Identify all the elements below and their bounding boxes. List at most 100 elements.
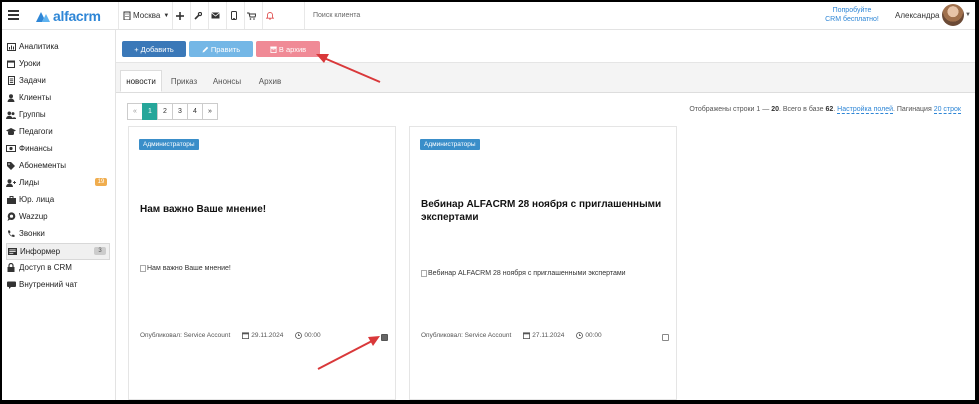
sidebar-item-finance[interactable]: Финансы	[6, 141, 110, 156]
news-image-alt: Нам важно Ваше мнение!	[147, 265, 231, 272]
user-icon	[6, 93, 16, 103]
sidebar-item-label: Финансы	[19, 144, 53, 153]
pagination-page[interactable]: 2	[157, 103, 173, 120]
sidebar-item-groups[interactable]: Группы	[6, 107, 110, 122]
news-date: 29.11.2024	[242, 332, 283, 339]
news-image: Нам важно Ваше мнение!	[140, 265, 231, 272]
news-card[interactable]: Администраторы Нам важно Ваше мнение! На…	[128, 126, 396, 400]
calendar-icon	[523, 332, 531, 339]
settings-button[interactable]	[190, 2, 204, 29]
news-list: « 1 2 3 4 » Отображены строки 1 — 20. Вс…	[116, 93, 975, 400]
news-image-alt: Вебинар ALFACRM 28 ноября с приглашенным…	[428, 270, 626, 277]
chat-icon	[6, 280, 16, 290]
informer-count-badge: 3	[94, 247, 106, 255]
mail-button[interactable]	[208, 2, 222, 29]
news-date: 27.11.2024	[523, 332, 564, 339]
top-bar: alfacrm Москва ▼ Поиск клиента Попробуйт…	[2, 2, 975, 30]
avatar[interactable]	[942, 4, 964, 26]
sidebar-item-label: Внутренний чат	[19, 280, 78, 289]
news-date-value: 29.11.2024	[251, 332, 284, 339]
add-button[interactable]	[172, 2, 186, 29]
sidebar-item-label: Звонки	[19, 229, 45, 238]
sidebar-item-informer[interactable]: Информер 3	[6, 243, 110, 260]
pagination-page[interactable]: 3	[172, 103, 188, 120]
free-trial-link[interactable]: Попробуйте CRM бесплатно!	[817, 6, 887, 24]
news-card[interactable]: Администраторы Вебинар ALFACRM 28 ноября…	[409, 126, 677, 400]
page-size-link[interactable]: 20 строк	[933, 106, 961, 114]
pencil-icon	[202, 46, 209, 52]
promo-line-2: CRM бесплатно!	[825, 16, 879, 23]
phone-icon	[6, 229, 16, 239]
add-news-button[interactable]: + Добавить	[122, 41, 186, 57]
city-selector[interactable]: Москва ▼	[118, 2, 173, 29]
news-image: Вебинар ALFACRM 28 ноября с приглашенным…	[421, 270, 626, 277]
pagination-next[interactable]: »	[202, 103, 218, 120]
tab-announcements[interactable]: Анонсы	[206, 70, 248, 92]
sidebar: Аналитика Уроки Задачи Клиенты Группы Пе…	[2, 30, 116, 400]
logo-text: alfacrm	[53, 8, 101, 24]
sidebar-item-label: Абонементы	[19, 161, 67, 170]
news-tabs: новости Приказ Анонсы Архив	[116, 70, 975, 93]
search-placeholder: Поиск клиента	[313, 12, 361, 19]
row-info-mid: . Всего в базе	[778, 106, 826, 113]
sidebar-item-label: Информер	[20, 247, 61, 256]
info-card-icon	[7, 247, 17, 257]
client-search-input[interactable]: Поиск клиента	[304, 2, 413, 29]
news-author: Опубликовал: Service Account	[421, 332, 512, 339]
sidebar-item-label: Задачи	[19, 76, 46, 85]
user-plus-icon	[6, 178, 16, 188]
notifications-button[interactable]	[262, 2, 276, 29]
news-title: Нам важно Ваше мнение!	[140, 204, 267, 215]
whatsapp-icon	[6, 212, 16, 222]
sidebar-item-legal-entities[interactable]: Юр. лица	[6, 192, 110, 207]
sidebar-item-teachers[interactable]: Педагоги	[6, 124, 110, 139]
sidebar-item-internal-chat[interactable]: Внутренний чат	[6, 277, 110, 292]
sidebar-item-tasks[interactable]: Задачи	[6, 73, 110, 88]
pagination-page[interactable]: 1	[142, 103, 158, 120]
tab-orders[interactable]: Приказ	[168, 70, 200, 92]
archive-news-label: В архив	[278, 44, 307, 54]
sidebar-item-label: Лиды	[19, 178, 40, 187]
building-icon	[123, 11, 131, 20]
news-time-value: 00:00	[585, 332, 602, 339]
user-name[interactable]: Александра	[895, 11, 939, 20]
calendar-icon	[6, 59, 16, 69]
broken-image-icon	[140, 265, 146, 272]
calendar-icon	[242, 332, 250, 339]
sidebar-item-subscriptions[interactable]: Абонементы	[6, 158, 110, 173]
fields-settings-link[interactable]: Настройка полей	[837, 106, 893, 114]
sidebar-item-crm-access[interactable]: Доступ в CRM	[6, 260, 110, 275]
tab-archive[interactable]: Архив	[254, 70, 286, 92]
logo[interactable]: alfacrm	[36, 8, 101, 24]
app-window: alfacrm Москва ▼ Поиск клиента Попробуйт…	[2, 2, 975, 400]
chart-icon	[6, 42, 16, 52]
sidebar-item-lessons[interactable]: Уроки	[6, 56, 110, 71]
cart-button[interactable]	[244, 2, 258, 29]
lock-icon	[6, 263, 16, 273]
news-select-checkbox[interactable]	[381, 334, 388, 341]
leads-count-badge: 19	[95, 178, 107, 186]
sidebar-item-leads[interactable]: Лиды 19	[6, 175, 110, 190]
sidebar-item-calls[interactable]: Звонки	[6, 226, 110, 241]
sidebar-item-wazzup[interactable]: Wazzup	[6, 209, 110, 224]
sidebar-item-analytics[interactable]: Аналитика	[6, 39, 110, 54]
phone-button[interactable]	[226, 2, 240, 29]
main-content: + Добавить Править В архив новости Прика…	[116, 30, 975, 400]
clock-icon	[576, 332, 584, 339]
menu-icon[interactable]	[8, 10, 19, 20]
news-time-value: 00:00	[304, 332, 321, 339]
city-label: Москва	[133, 11, 161, 20]
archive-news-button[interactable]: В архив	[256, 41, 320, 57]
edit-news-button[interactable]: Править	[189, 41, 253, 57]
pagination-prev[interactable]: «	[127, 103, 143, 120]
news-select-checkbox[interactable]	[662, 334, 669, 341]
briefcase-icon	[6, 195, 16, 205]
news-title: Вебинар ALFACRM 28 ноября с приглашенным…	[421, 199, 662, 223]
pagination-page[interactable]: 4	[187, 103, 203, 120]
tab-news[interactable]: новости	[120, 70, 162, 92]
sidebar-item-clients[interactable]: Клиенты	[6, 90, 110, 105]
news-date-value: 27.11.2024	[532, 332, 565, 339]
edit-news-label: Править	[210, 44, 241, 54]
logo-mark-icon	[36, 12, 50, 22]
chevron-down-icon[interactable]: ▼	[965, 12, 971, 18]
